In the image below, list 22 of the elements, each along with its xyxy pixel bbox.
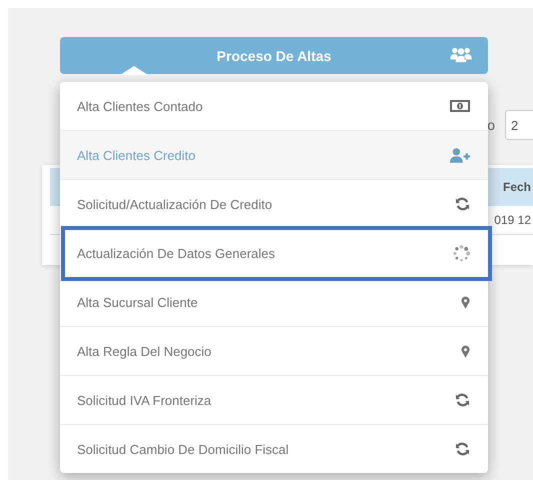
menu-header[interactable]: Proceso De Altas <box>60 37 488 74</box>
menu-item[interactable]: Alta Sucursal Cliente <box>60 278 488 327</box>
caret-icon <box>120 66 148 75</box>
table-cell: 019 12 <box>494 213 531 227</box>
menu-item[interactable]: Alta Clientes Credito <box>60 131 488 180</box>
menu-item[interactable]: Actualización De Datos Generales <box>60 229 488 278</box>
menu-item[interactable]: Solicitud Cambio De Domicilio Fiscal <box>60 425 488 473</box>
column-header: Fech <box>502 180 531 194</box>
menu-item[interactable]: Alta Regla Del Negocio <box>60 327 488 376</box>
spinner-icon <box>453 244 470 262</box>
filter-input[interactable]: 2 <box>505 110 533 140</box>
banknote-icon <box>450 100 470 112</box>
add-user-icon <box>450 148 470 162</box>
filter-label: o <box>487 117 495 133</box>
map-marker-icon <box>461 344 470 358</box>
menu-item[interactable]: Solicitud IVA Fronteriza <box>60 376 488 425</box>
sync-icon <box>455 441 470 457</box>
sync-icon <box>455 196 470 212</box>
sync-icon <box>455 392 470 408</box>
menu-item[interactable]: Solicitud/Actualización De Credito <box>60 180 488 229</box>
map-marker-icon <box>461 296 470 308</box>
users-icon <box>450 47 472 63</box>
